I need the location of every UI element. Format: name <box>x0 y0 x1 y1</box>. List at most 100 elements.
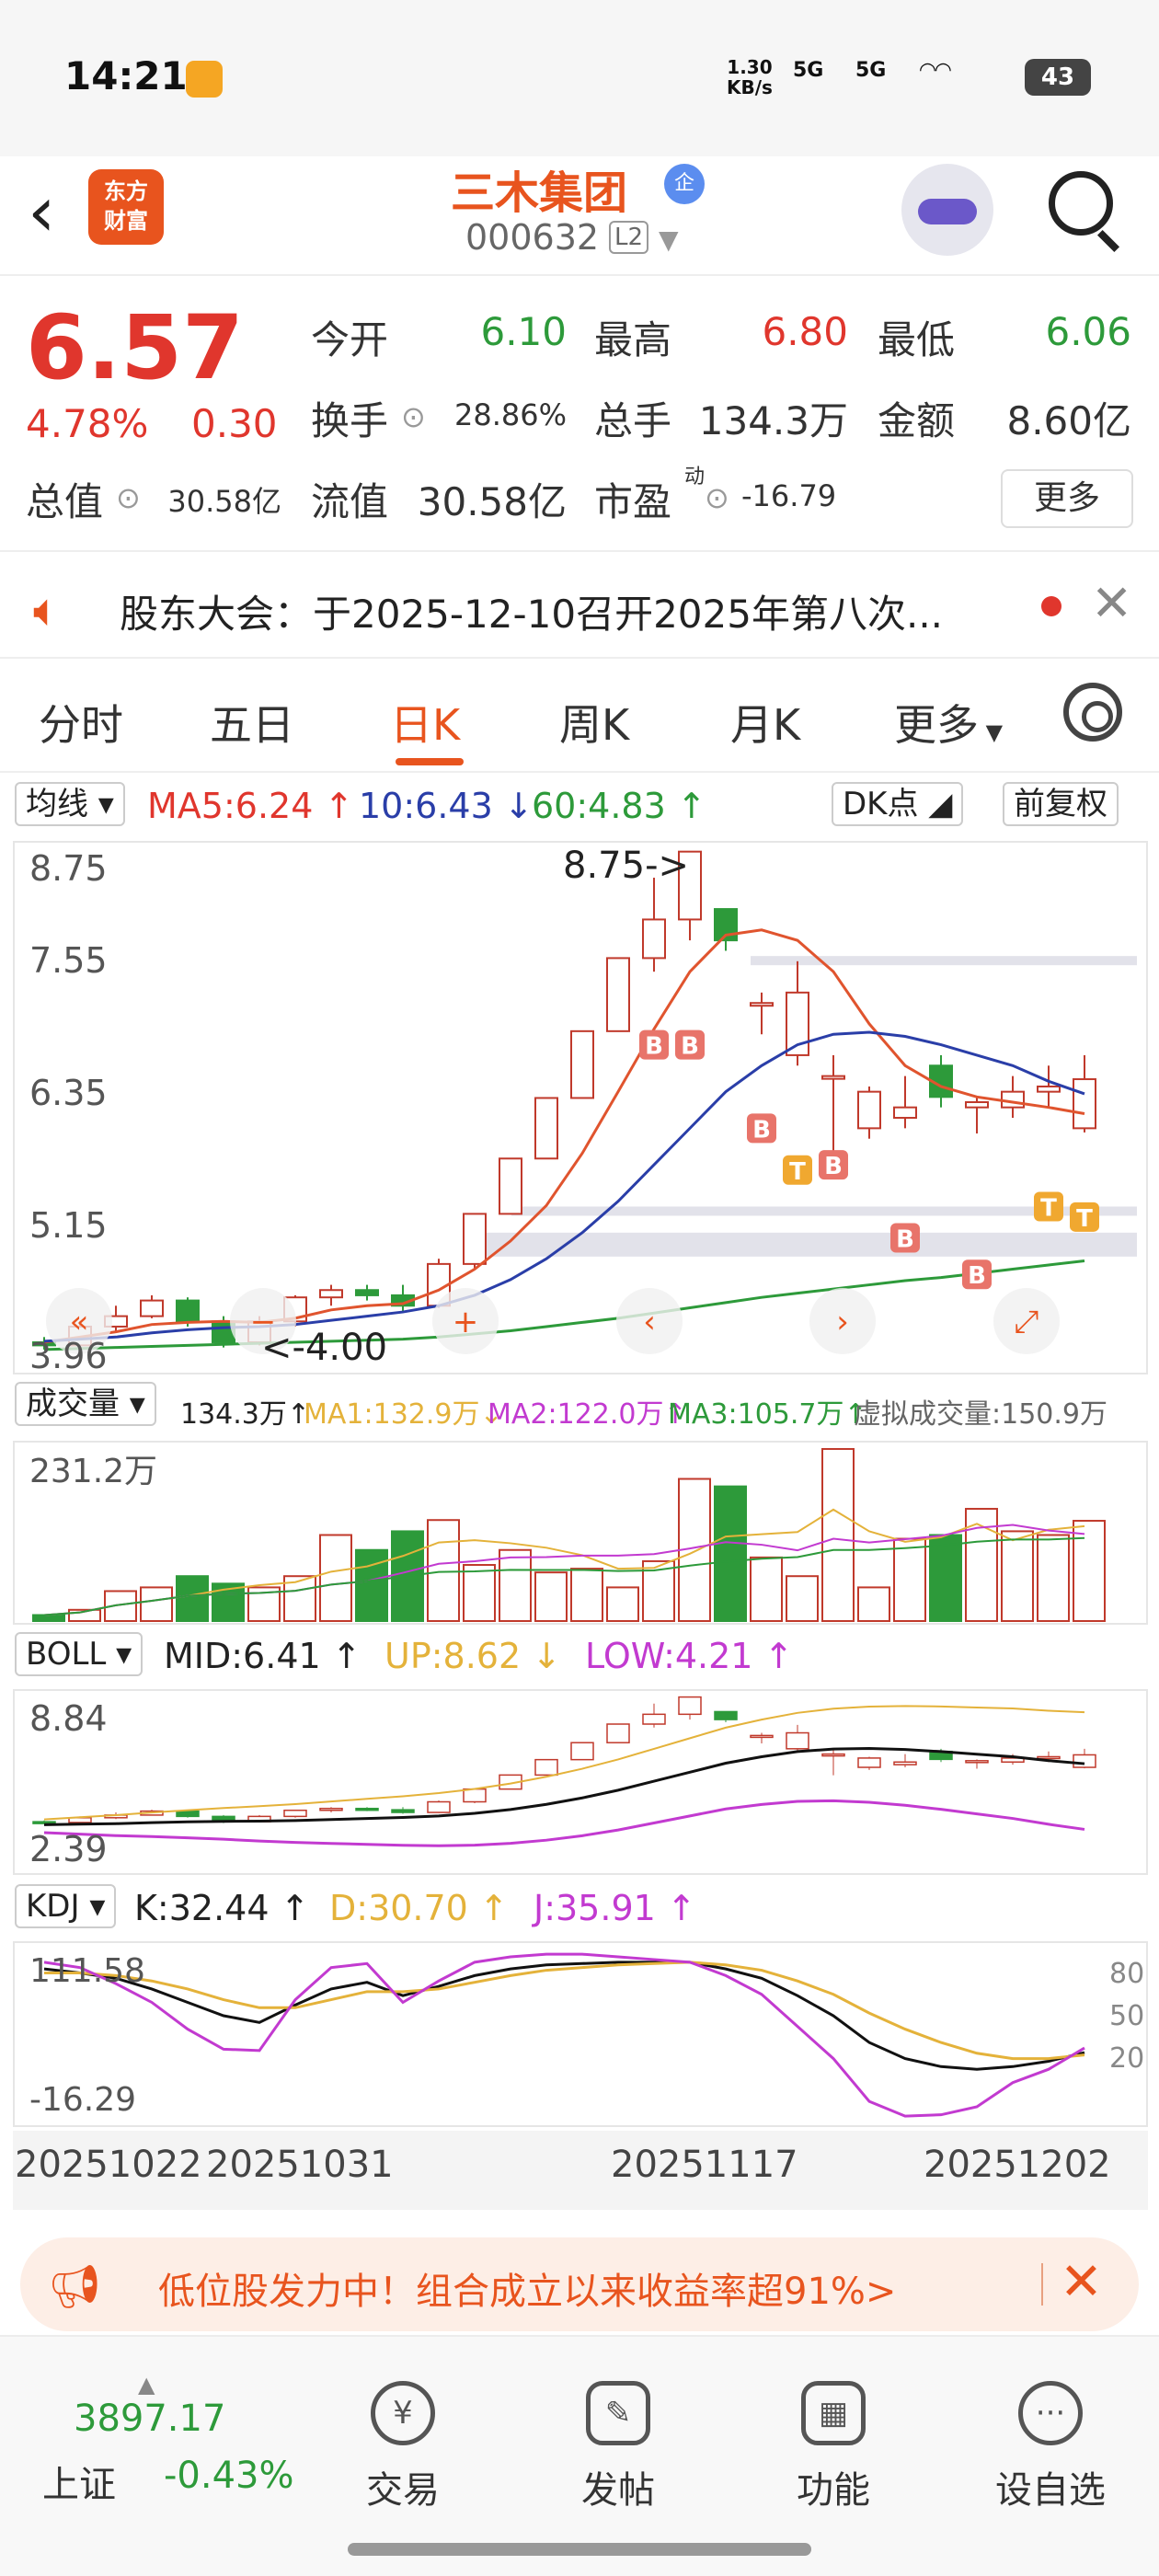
volume-select[interactable]: 成交量 ▾ <box>15 1382 156 1426</box>
candle <box>1037 1085 1061 1093</box>
open-value: 6.10 <box>480 309 567 354</box>
divider <box>1041 2263 1043 2306</box>
change-amount: 0.30 <box>191 401 278 446</box>
index-change[interactable]: -0.43% <box>164 2455 294 2497</box>
boll-candle <box>570 1742 594 1761</box>
search-icon[interactable] <box>1049 171 1113 236</box>
boll-low-line <box>43 1799 1085 1847</box>
volume-bar <box>786 1575 819 1623</box>
indicator-select[interactable]: 均线 ▾ <box>15 782 125 826</box>
notice-bar[interactable]: 🔈︎ 股东大会：于2025-12-10召开2025年第八次... ✕ <box>0 550 1159 659</box>
kline-svg[interactable]: B BBBBBTT T« − + ‹ › ⤢ <box>15 843 1146 1373</box>
candle <box>893 1106 917 1120</box>
buy-marker-label: B <box>896 1226 914 1254</box>
high-label: 最高 <box>594 317 672 362</box>
tab-intraday[interactable]: 分时 <box>39 692 123 753</box>
info-icon-3[interactable]: ⊙ <box>705 480 729 515</box>
volume-bar <box>929 1534 962 1622</box>
axis-label: 8.75 <box>29 848 108 889</box>
back-button[interactable]: ‹ <box>28 177 55 247</box>
open-label: 今开 <box>311 317 389 362</box>
mktcap-label: 总值 <box>26 479 104 524</box>
close-icon[interactable]: ✕ <box>1091 574 1132 632</box>
boll-chart[interactable]: 8.84 2.39 <box>13 1689 1148 1875</box>
axis-label: 2.39 <box>29 1829 108 1869</box>
bottom-bar: ▲ 3897.17 上证 -0.43% ¥ 交易 ✎ 发帖 ▦ 功能 ··· 设自选 <box>0 2335 1159 2576</box>
notice-text[interactable]: 股东大会：于2025-12-10召开2025年第八次... <box>120 583 943 639</box>
take-marker-label: T <box>1076 1205 1093 1233</box>
unread-dot <box>1041 596 1061 616</box>
close-icon[interactable]: ✕ <box>1060 2252 1103 2312</box>
boll-candle <box>893 1761 917 1765</box>
more-button[interactable]: 更多 <box>1001 469 1133 528</box>
triangle-up-icon: ▲ <box>138 2372 155 2398</box>
candle <box>1073 1078 1096 1130</box>
status-bar: 14:21 1.30 KB/s 5G 5G ◠◠ 43 <box>0 0 1159 156</box>
boll-candle <box>786 1731 809 1750</box>
current-price: 6.57 <box>26 296 244 399</box>
pe-dynamic-sup: 动 <box>684 466 706 489</box>
info-icon[interactable]: ⊙ <box>401 399 426 434</box>
buy-marker-label: B <box>968 1262 986 1290</box>
network-speed: 1.30 KB/s <box>727 56 773 98</box>
boll-candle <box>965 1760 989 1764</box>
nav-post[interactable]: ✎ 发帖 <box>545 2381 692 2513</box>
nav-watchlist[interactable]: ··· 设自选 <box>977 2381 1124 2513</box>
speaker-icon: 🔈︎ <box>33 583 61 637</box>
megaphone-icon: 📢︎ <box>48 2261 102 2311</box>
promo-text[interactable]: 低位股发力中！组合成立以来收益率超91%> <box>158 2261 896 2315</box>
volume-bar <box>319 1534 352 1622</box>
volume-bar <box>857 1586 890 1623</box>
tab-5day[interactable]: 五日 <box>210 692 294 753</box>
candle <box>140 1299 164 1317</box>
index-value[interactable]: 3897.17 <box>74 2398 225 2440</box>
tab-daily-k[interactable]: 日K <box>390 692 460 753</box>
volume-legend: 成交量 ▾ 134.3万↑ MA1:132.9万↓ MA2:122.0万↑ MA… <box>0 1380 1159 1435</box>
date-axis: 20251022 20251031 20251117 20251202 <box>13 2131 1148 2210</box>
signal-icon-2: 5G <box>855 59 887 82</box>
volume-chart[interactable]: 231.2万 <box>13 1441 1148 1625</box>
low-value: 6.06 <box>1045 309 1131 354</box>
boll-mid: MID:6.41 ↑ <box>164 1636 361 1676</box>
axis-label: 6.35 <box>29 1073 108 1113</box>
volume-bar <box>1001 1530 1034 1622</box>
buy-marker-label: B <box>681 1033 699 1061</box>
float-value: 30.58亿 <box>417 479 567 524</box>
adjust-select[interactable]: 前复权 <box>1003 782 1119 826</box>
volume-bar <box>32 1614 65 1623</box>
kdj-select[interactable]: KDJ ▾ <box>15 1884 117 1928</box>
dk-point-select[interactable]: DK点 ◢ <box>832 782 964 826</box>
index-name[interactable]: 上证 <box>42 2455 116 2508</box>
info-icon-2[interactable]: ⊙ <box>116 480 141 515</box>
boll-candle <box>1073 1754 1096 1768</box>
axis-label: 50 <box>1109 2000 1145 2032</box>
nav-functions[interactable]: ▦ 功能 <box>760 2381 907 2513</box>
candle <box>499 1157 522 1215</box>
tab-more[interactable]: 更多 ▼ <box>894 692 1003 753</box>
boll-select[interactable]: BOLL ▾ <box>15 1632 143 1676</box>
robot-assistant-icon[interactable] <box>901 164 993 256</box>
axis-label: 8.84 <box>29 1698 108 1739</box>
kdj-chart[interactable]: 111.58 -16.29 80 50 20 <box>13 1941 1148 2127</box>
stock-code[interactable]: 000632 <box>465 217 599 258</box>
candle <box>534 1097 558 1160</box>
chart-nav-icon: ‹ <box>643 1304 656 1340</box>
candle <box>570 1029 594 1099</box>
chart-nav-icon: « <box>70 1304 89 1340</box>
boll-candle <box>176 1810 200 1818</box>
boll-candle <box>319 1807 343 1811</box>
promo-banner[interactable]: 📢︎ 低位股发力中！组合成立以来收益率超91%> ✕ <box>20 2237 1139 2331</box>
change-percent: 4.78% <box>26 401 149 446</box>
tab-monthly-k[interactable]: 月K <box>730 692 800 753</box>
buy-marker-label: B <box>824 1153 843 1180</box>
level2-badge[interactable]: L2 <box>609 221 649 254</box>
chevron-down-icon[interactable]: ▼ <box>659 224 679 255</box>
tab-weekly-k[interactable]: 周K <box>559 692 629 753</box>
period-tabs: 分时 五日 日K 周K 月K 更多 ▼ <box>0 661 1159 773</box>
signal-icon: 5G <box>793 59 824 82</box>
nav-trade[interactable]: ¥ 交易 <box>329 2381 476 2513</box>
kline-chart[interactable]: B B B B B B T T T «− + ‹ › ⤢ 8.75 7.55 6.35 5.15 3.96… <box>13 841 1148 1376</box>
boll-svg <box>32 1696 1096 1847</box>
min-price-label: <-4.00 <box>261 1327 388 1369</box>
gear-icon[interactable] <box>1063 683 1122 742</box>
